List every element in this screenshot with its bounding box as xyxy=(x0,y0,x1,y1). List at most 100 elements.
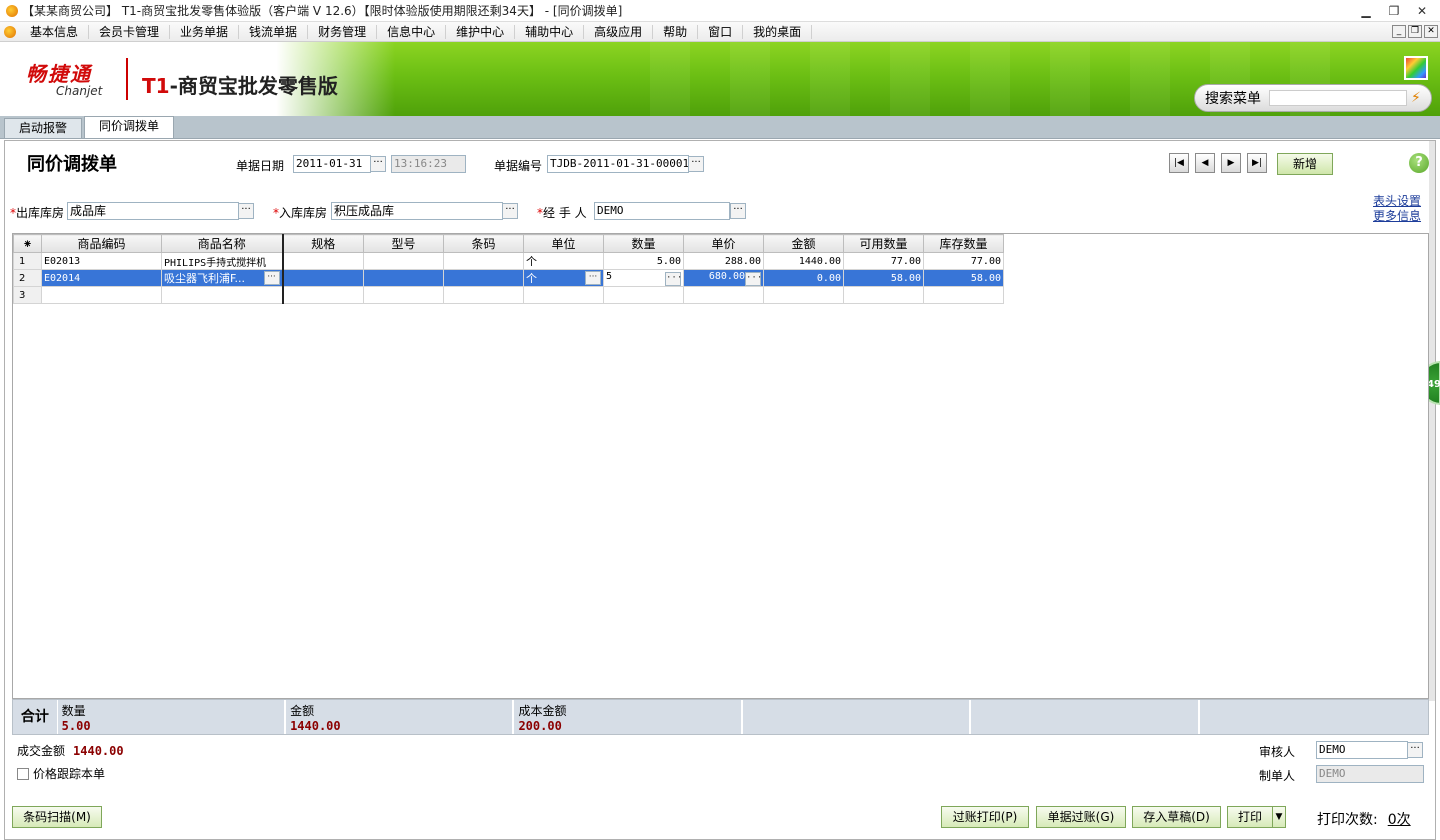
column-header[interactable]: 条码 xyxy=(443,234,524,253)
date-picker-button[interactable]: ··· xyxy=(370,156,386,172)
tab-transfer-order[interactable]: 同价调拨单 xyxy=(84,116,175,138)
doc-number-button[interactable]: ··· xyxy=(688,156,704,172)
post-button[interactable]: 单据过账(G) xyxy=(1036,806,1126,828)
menu-item-window[interactable]: 窗口 xyxy=(698,24,744,39)
cell-price[interactable] xyxy=(683,286,764,304)
cell-model[interactable] xyxy=(363,269,444,287)
handler-button[interactable]: ··· xyxy=(730,203,746,219)
cell-available[interactable]: 58.00 xyxy=(843,269,924,287)
print-button[interactable]: 打印 xyxy=(1227,806,1273,828)
cell-available[interactable] xyxy=(843,286,924,304)
cell-spec[interactable] xyxy=(282,252,364,270)
cell-unit[interactable]: 个 ··· xyxy=(523,269,604,287)
column-header[interactable]: 可用数量 xyxy=(843,234,924,253)
first-record-icon[interactable]: |◀ xyxy=(1169,153,1189,173)
menu-item-member-card[interactable]: 会员卡管理 xyxy=(89,24,171,39)
cell-name-lookup-button[interactable]: ··· xyxy=(263,271,280,285)
auditor-button[interactable]: ··· xyxy=(1407,742,1423,758)
cell-qty[interactable]: 5.00 xyxy=(603,252,684,270)
cell-stock[interactable]: 77.00 xyxy=(923,252,1004,270)
doc-number-field[interactable]: TJDB-2011-01-31-00001 xyxy=(547,155,689,173)
cell-stock[interactable] xyxy=(923,286,1004,304)
post-print-button[interactable]: 过账打印(P) xyxy=(941,806,1029,828)
checkbox-icon[interactable] xyxy=(17,767,29,780)
cell-price[interactable]: 288.00 xyxy=(683,252,764,270)
column-header[interactable]: 数量 xyxy=(603,234,684,253)
column-header[interactable]: 规格 xyxy=(282,234,364,253)
column-header[interactable]: 型号 xyxy=(363,234,444,253)
menu-item-finance[interactable]: 财务管理 xyxy=(308,24,378,39)
menu-item-cash-docs[interactable]: 钱流单据 xyxy=(239,24,309,39)
in-warehouse-field[interactable]: 积压成品库 xyxy=(331,202,503,220)
cell-unit-lookup-button[interactable]: ··· xyxy=(585,271,601,285)
cell-price[interactable]: 680.00 ··· xyxy=(683,269,764,287)
table-row[interactable]: 3 xyxy=(13,286,1004,304)
menu-item-maintenance[interactable]: 维护中心 xyxy=(446,24,516,39)
cell-barcode[interactable] xyxy=(443,286,524,304)
cell-unit[interactable] xyxy=(523,286,604,304)
cell-model[interactable] xyxy=(363,252,444,270)
cell-amount[interactable] xyxy=(763,286,844,304)
mdi-close-icon[interactable]: ✕ xyxy=(1424,25,1438,38)
vertical-scrollbar[interactable] xyxy=(1429,141,1435,701)
mdi-restore-icon[interactable]: ❐ xyxy=(1408,25,1422,38)
last-record-icon[interactable]: ▶| xyxy=(1247,153,1267,173)
mdi-minimize-icon[interactable]: _ xyxy=(1392,25,1406,38)
cell-qty[interactable] xyxy=(603,286,684,304)
cell-barcode[interactable] xyxy=(443,269,524,287)
table-row[interactable]: 1 E02013 PHILIPS手持式搅拌机 个 5.00 288.00 144… xyxy=(13,252,1004,270)
cell-unit[interactable]: 个 xyxy=(523,252,604,270)
tab-startup-alert[interactable]: 启动报警 xyxy=(4,118,83,138)
column-header[interactable]: 金额 xyxy=(763,234,844,253)
menu-item-business-docs[interactable]: 业务单据 xyxy=(170,24,240,39)
restore-icon[interactable]: ❐ xyxy=(1386,3,1402,19)
cell-name[interactable] xyxy=(161,286,284,304)
in-warehouse-button[interactable]: ··· xyxy=(502,203,518,219)
date-field[interactable]: 2011-01-31 xyxy=(293,155,371,173)
cell-price-lookup-button[interactable]: ··· xyxy=(745,271,762,286)
search-input[interactable] xyxy=(1269,90,1407,106)
cell-barcode[interactable] xyxy=(443,252,524,270)
menu-item-advanced[interactable]: 高级应用 xyxy=(584,24,654,39)
print-dropdown-icon[interactable]: ▼ xyxy=(1272,806,1286,828)
column-header[interactable]: 商品名称 xyxy=(161,234,284,253)
cell-qty-lookup-button[interactable]: ··· xyxy=(665,271,682,286)
next-record-icon[interactable]: ▶ xyxy=(1221,153,1241,173)
column-header[interactable]: 单位 xyxy=(523,234,604,253)
out-warehouse-button[interactable]: ··· xyxy=(238,203,254,219)
cell-qty-editor[interactable]: 5 ··· xyxy=(603,269,684,287)
cell-name[interactable]: PHILIPS手持式搅拌机 xyxy=(161,252,284,270)
cell-available[interactable]: 77.00 xyxy=(843,252,924,270)
cell-code[interactable]: E02013 xyxy=(41,252,162,270)
price-track-checkbox[interactable]: 价格跟踪本单 xyxy=(17,765,105,782)
menu-item-info-center[interactable]: 信息中心 xyxy=(377,24,447,39)
cell-name[interactable]: 吸尘器飞利浦F... ··· xyxy=(161,269,284,287)
table-row-selected[interactable]: 2 E02014 吸尘器飞利浦F... ··· 个 ··· 5 ··· 680.00 ·… xyxy=(13,269,1004,287)
print-count-value[interactable]: 0次 xyxy=(1388,812,1411,828)
column-header[interactable]: 库存数量 xyxy=(923,234,1004,253)
cell-amount[interactable]: 1440.00 xyxy=(763,252,844,270)
lightning-icon[interactable]: ⚡ xyxy=(1411,90,1421,106)
menu-item-aux-center[interactable]: 辅助中心 xyxy=(515,24,585,39)
cell-model[interactable] xyxy=(363,286,444,304)
cell-spec[interactable] xyxy=(282,286,364,304)
minimize-icon[interactable]: ▁ xyxy=(1358,3,1374,19)
menu-item-help[interactable]: 帮助 xyxy=(653,24,699,39)
prev-record-icon[interactable]: ◀ xyxy=(1195,153,1215,173)
cell-code[interactable]: E02014 xyxy=(41,269,162,287)
barcode-scan-button[interactable]: 条码扫描(M) xyxy=(12,806,102,828)
menu-item-my-desktop[interactable]: 我的桌面 xyxy=(743,24,813,39)
cell-stock[interactable]: 58.00 xyxy=(923,269,1004,287)
save-draft-button[interactable]: 存入草稿(D) xyxy=(1132,806,1221,828)
cell-amount[interactable]: 0.00 xyxy=(763,269,844,287)
new-button[interactable]: 新增 xyxy=(1277,153,1333,175)
more-info-link[interactable]: 更多信息 xyxy=(1373,209,1421,224)
cell-code[interactable] xyxy=(41,286,162,304)
cell-spec[interactable] xyxy=(282,269,364,287)
help-icon[interactable]: ? xyxy=(1409,153,1429,173)
handler-field[interactable]: DEMO xyxy=(594,202,730,220)
out-warehouse-field[interactable]: 成品库 xyxy=(67,202,239,220)
auditor-field[interactable]: DEMO xyxy=(1316,741,1408,759)
menu-item-basic-info[interactable]: 基本信息 xyxy=(20,24,90,39)
column-header[interactable]: 商品编码 xyxy=(41,234,162,253)
